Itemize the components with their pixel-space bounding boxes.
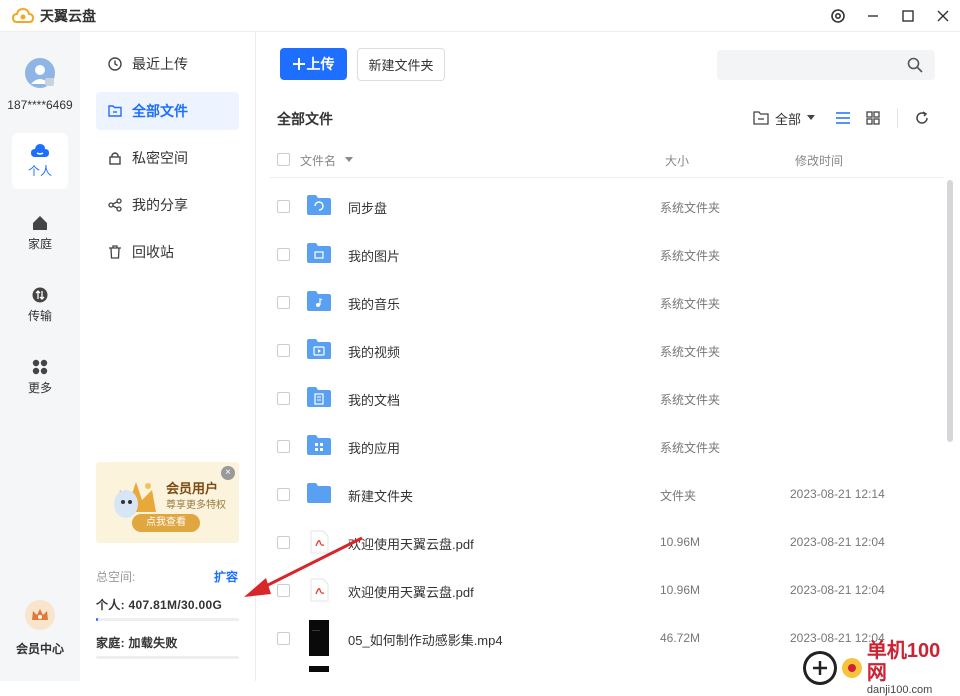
watermark-url: danji100.com <box>866 684 933 696</box>
plus-circle-icon <box>812 661 827 675</box>
site-watermark: 单机100网 danji100.com <box>803 640 960 696</box>
watermark-brand: 单机100网 <box>866 640 941 684</box>
watermark-badge-icon <box>841 658 862 678</box>
watermark-logo <box>803 651 837 685</box>
annotation-arrow <box>244 536 363 597</box>
